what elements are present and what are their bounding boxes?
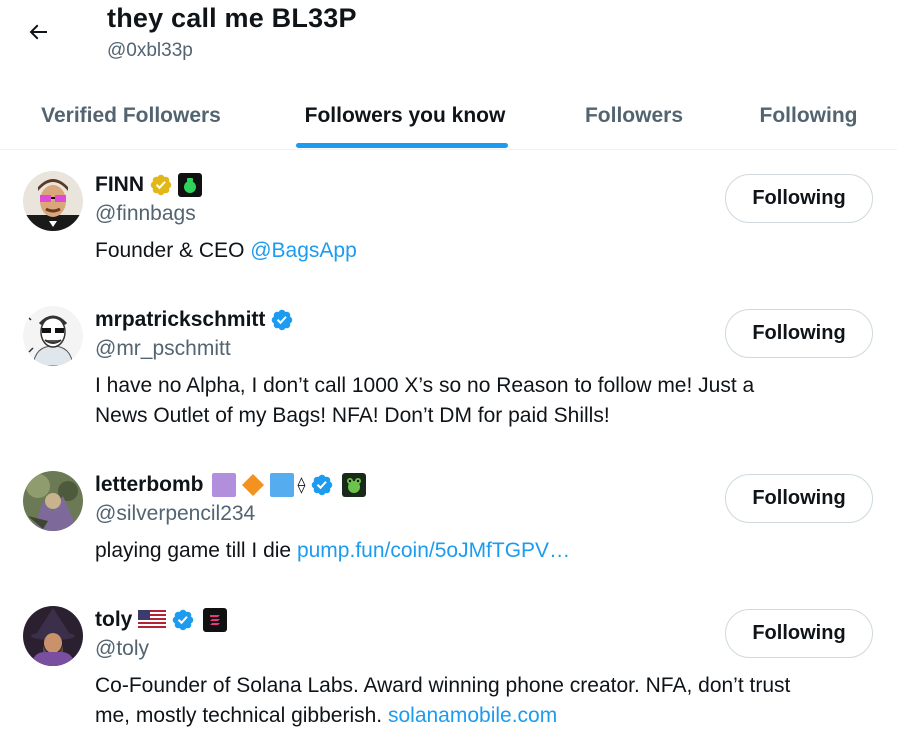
tab-followers[interactable]: Followers bbox=[548, 82, 720, 150]
purple-square-icon bbox=[211, 473, 236, 497]
gold-verified-icon bbox=[149, 173, 173, 197]
back-arrow-icon bbox=[29, 24, 47, 40]
us-flag-icon bbox=[138, 610, 167, 630]
user-handle[interactable]: @mr_pschmitt bbox=[95, 337, 231, 361]
blue-verified-icon bbox=[310, 473, 334, 497]
bio-line: Co-Founder of Solana Labs. Award winning… bbox=[95, 674, 791, 697]
bio-line: News Outlet of my Bags! NFA! Don’t DM fo… bbox=[95, 404, 610, 427]
bio-text: Founder & CEO bbox=[95, 239, 251, 262]
user-handle[interactable]: @toly bbox=[95, 637, 149, 661]
user-name[interactable]: mrpatrickschmitt bbox=[95, 308, 265, 332]
bio-text: playing game till I die bbox=[95, 539, 297, 562]
user-cell[interactable]: letterbomb ⟠ @silverpencil234 playing ga… bbox=[0, 450, 897, 585]
following-button[interactable]: Following bbox=[725, 474, 873, 523]
orange-diamond-icon bbox=[241, 473, 265, 497]
page-handle: @0xbl33p bbox=[107, 40, 193, 61]
bio-line: me, mostly technical gibberish. solanamo… bbox=[95, 701, 875, 731]
name-line: letterbomb ⟠ bbox=[95, 470, 367, 500]
user-bio: I have no Alpha, I don’t call 1000 X’s s… bbox=[95, 371, 875, 431]
solana-badge-icon bbox=[203, 608, 228, 632]
user-bio: Co-Founder of Solana Labs. Award winning… bbox=[95, 671, 875, 731]
bio-link[interactable]: pump.fun/coin/5oJMfTGPV… bbox=[297, 539, 570, 562]
tab-verified-followers[interactable]: Verified Followers bbox=[0, 82, 262, 150]
following-button[interactable]: Following bbox=[725, 609, 873, 658]
tab-label: Following bbox=[759, 104, 858, 127]
tab-label: Followers you know bbox=[304, 104, 506, 127]
tab-followers-you-know[interactable]: Followers you know bbox=[262, 82, 548, 150]
blue-verified-icon bbox=[270, 308, 294, 332]
user-bio: playing game till I die pump.fun/coin/5o… bbox=[95, 536, 875, 566]
bio-link[interactable]: @BagsApp bbox=[250, 239, 357, 262]
avatar[interactable] bbox=[23, 171, 83, 231]
user-cell[interactable]: FINN @finnbags Founder & CEO @BagsApp Fo… bbox=[0, 150, 897, 285]
page-title: they call me BL33P bbox=[107, 3, 357, 33]
user-handle[interactable]: @finnbags bbox=[95, 202, 196, 226]
ethereum-icon: ⟠ bbox=[297, 477, 306, 494]
profile-header: they call me BL33P @0xbl33p bbox=[0, 0, 897, 80]
active-tab-indicator bbox=[296, 143, 508, 148]
tab-following[interactable]: Following bbox=[720, 82, 897, 150]
blue-verified-icon bbox=[171, 608, 195, 632]
tab-label: Verified Followers bbox=[41, 104, 221, 127]
bio-link[interactable]: solanamobile.com bbox=[388, 704, 557, 727]
bio-text: me, mostly technical gibberish. bbox=[95, 704, 388, 727]
user-name[interactable]: letterbomb bbox=[95, 473, 204, 497]
name-line: toly bbox=[95, 605, 228, 635]
tab-bar: Verified Followers Followers you know Fo… bbox=[0, 82, 897, 150]
name-line: FINN bbox=[95, 170, 202, 200]
following-button[interactable]: Following bbox=[725, 309, 873, 358]
user-handle[interactable]: @silverpencil234 bbox=[95, 502, 255, 526]
user-name[interactable]: toly bbox=[95, 608, 132, 632]
user-name[interactable]: FINN bbox=[95, 173, 144, 197]
user-bio: Founder & CEO @BagsApp bbox=[95, 236, 875, 266]
avatar[interactable] bbox=[23, 306, 83, 366]
user-cell[interactable]: toly @toly Co-Founder of Solana Labs. Aw… bbox=[0, 585, 897, 738]
bio-line: I have no Alpha, I don’t call 1000 X’s s… bbox=[95, 374, 755, 397]
frog-badge-icon bbox=[342, 473, 367, 497]
back-button[interactable] bbox=[18, 12, 58, 52]
tab-label: Followers bbox=[584, 104, 684, 127]
blue-square-icon bbox=[269, 473, 294, 497]
avatar[interactable] bbox=[23, 606, 83, 666]
following-button[interactable]: Following bbox=[725, 174, 873, 223]
user-cell[interactable]: mrpatrickschmitt @mr_pschmitt I have no … bbox=[0, 285, 897, 450]
avatar[interactable] bbox=[23, 471, 83, 531]
money-bag-icon bbox=[178, 173, 202, 197]
name-line: mrpatrickschmitt bbox=[95, 305, 294, 335]
